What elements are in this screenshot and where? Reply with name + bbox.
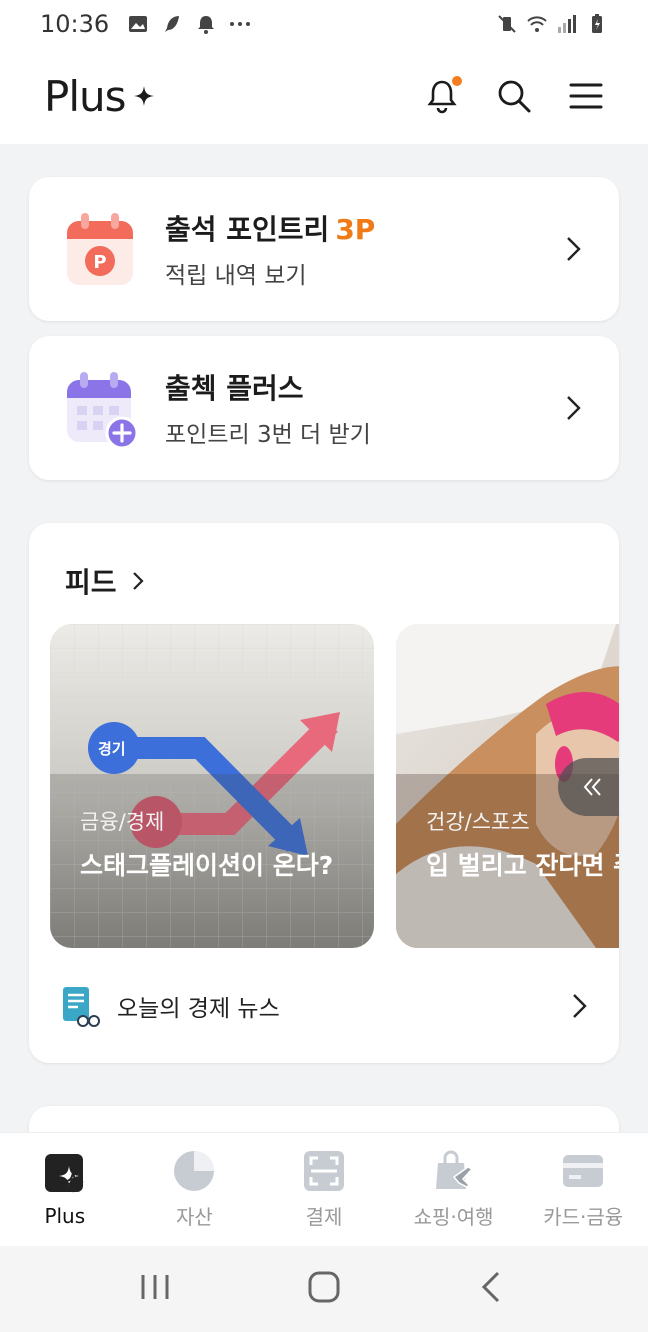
- brand-text: Plus: [44, 71, 126, 121]
- feed-item-category: 금융/경제: [80, 810, 165, 834]
- bottom-nav: Plus 자산 결제 쇼핑·여행 카드·금융: [0, 1132, 648, 1246]
- brand-logo: Plus: [44, 72, 154, 121]
- nav-plus[interactable]: Plus: [0, 1133, 130, 1246]
- feed-carousel[interactable]: 경기 금융/경제 스태그플레이션이 온다? 건강/스포츠 입 벌리고 잔다면 주: [50, 624, 619, 948]
- carousel-collapse-button[interactable]: [558, 758, 619, 816]
- feed-item-headline: 스태그플레이션이 온다?: [80, 851, 334, 880]
- system-nav-bar: [0, 1246, 648, 1332]
- nav-assets[interactable]: 자산: [130, 1133, 260, 1246]
- menu-icon: [569, 83, 603, 109]
- chevron-right-icon: [567, 237, 581, 261]
- attendance-points: 3P: [335, 213, 376, 246]
- nav-card-finance[interactable]: 카드·금융: [518, 1133, 648, 1246]
- search-icon: [498, 80, 531, 113]
- nav-payment-label: 결제: [305, 1205, 343, 1229]
- status-bar: 10:36: [0, 0, 648, 48]
- feather-icon: [165, 16, 180, 32]
- check-plus-subtitle: 포인트리 3번 더 받기: [165, 422, 371, 448]
- mute-vibrate-icon: [498, 15, 516, 33]
- search-button[interactable]: [496, 78, 532, 114]
- more-dots-icon: [230, 22, 251, 26]
- home-icon: [308, 1271, 340, 1303]
- nav-payment[interactable]: 결제: [259, 1133, 389, 1246]
- economy-news-row[interactable]: 오늘의 경제 뉴스: [59, 978, 589, 1034]
- scan-icon: [303, 1151, 344, 1191]
- feed-item[interactable]: 경기 금융/경제 스태그플레이션이 온다?: [50, 624, 374, 948]
- feed-item-headline: 입 벌리고 잔다면 주: [426, 851, 619, 880]
- battery-charging-icon: [592, 14, 602, 33]
- app-header: Plus: [0, 48, 648, 144]
- attendance-title-text: 출석 포인트리: [165, 213, 330, 246]
- signal-icon: [558, 15, 576, 33]
- check-plus-card[interactable]: 출첵 플러스 포인트리 3번 더 받기: [29, 336, 619, 480]
- back-icon: [482, 1271, 500, 1303]
- plus-sparkle-icon: [44, 1153, 83, 1192]
- news-reading-icon: [63, 987, 100, 1027]
- back-button[interactable]: [473, 1267, 513, 1311]
- attendance-title: 출석 포인트리 3P: [165, 208, 563, 248]
- calendar-plus-icon: [65, 370, 139, 450]
- notification-button[interactable]: [424, 76, 462, 114]
- feed-card: 피드 경기 금융/경제 스태그플레이션이 온다? 건강/스포츠 입 벌리고 잔다…: [29, 523, 619, 1063]
- recent-apps-icon: [141, 1275, 169, 1299]
- chevron-right-icon: [132, 572, 144, 590]
- image-icon: [129, 16, 148, 32]
- notification-dot: [452, 76, 462, 86]
- chevron-right-icon: [567, 396, 581, 420]
- nav-assets-label: 자산: [175, 1205, 213, 1229]
- economy-news-label: 오늘의 경제 뉴스: [117, 996, 280, 1022]
- feed-item-badge: 경기: [98, 740, 126, 758]
- card-icon: [563, 1155, 604, 1187]
- menu-button[interactable]: [568, 78, 604, 114]
- shopping-bag-plane-icon: [435, 1150, 473, 1189]
- bell-icon: [198, 16, 215, 34]
- nav-plus-label: Plus: [44, 1203, 86, 1228]
- attendance-subtitle: 적립 내역 보기: [165, 263, 307, 289]
- feed-title: 피드: [65, 566, 117, 599]
- svg-text:P: P: [93, 252, 106, 273]
- wifi-icon: [527, 16, 547, 32]
- feed-item-category: 건강/스포츠: [426, 810, 530, 834]
- recent-apps-button[interactable]: [135, 1267, 175, 1311]
- check-plus-title: 출첵 플러스: [165, 372, 304, 405]
- nav-shopping-travel[interactable]: 쇼핑·여행: [389, 1133, 519, 1246]
- pie-chart-icon: [174, 1151, 215, 1191]
- chevron-right-icon: [573, 994, 587, 1018]
- sparkle-icon: [133, 86, 154, 106]
- stagflation-illustration: [50, 624, 374, 948]
- feed-header[interactable]: 피드: [65, 561, 145, 601]
- attendance-point-card[interactable]: P 출석 포인트리 3P 적립 내역 보기: [29, 177, 619, 321]
- nav-shopping-travel-label: 쇼핑·여행: [413, 1205, 494, 1229]
- nav-card-finance-label: 카드·금융: [543, 1205, 624, 1229]
- calendar-point-icon: P: [65, 211, 135, 287]
- status-time: 10:36: [40, 10, 110, 38]
- double-chevron-left-icon: [583, 778, 601, 796]
- home-button[interactable]: [304, 1267, 344, 1311]
